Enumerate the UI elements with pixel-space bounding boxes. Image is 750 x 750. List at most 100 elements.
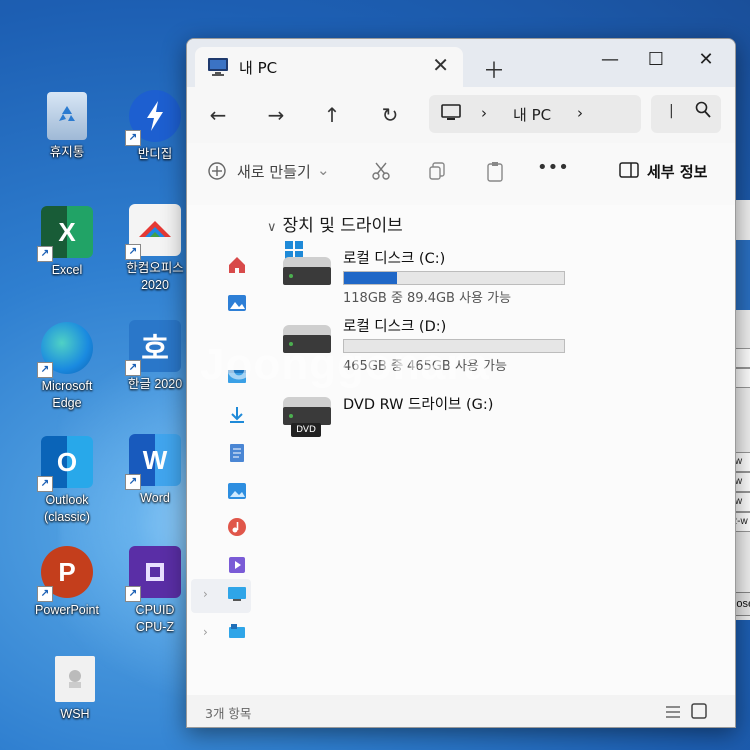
forward-button[interactable]: → bbox=[259, 101, 293, 129]
nav-item-this-pc[interactable]: › bbox=[191, 579, 251, 613]
recycle-bin-icon bbox=[47, 92, 87, 140]
status-bar: 3개 항목 bbox=[187, 695, 735, 727]
hangul-icon: 호 ↗ bbox=[125, 320, 181, 376]
shortcut-arrow-icon: ↗ bbox=[37, 586, 53, 602]
item-count: 3개 항목 bbox=[205, 706, 252, 721]
desktop-folder-icon[interactable] bbox=[227, 367, 247, 387]
tab-this-pc[interactable]: 내 PC ✕ bbox=[195, 47, 463, 87]
chevron-down-icon[interactable]: ⌄ bbox=[317, 161, 330, 179]
pictures-icon[interactable] bbox=[227, 481, 247, 501]
close-window-button[interactable]: ✕ bbox=[683, 45, 729, 75]
hard-drive-body bbox=[283, 267, 331, 285]
more-options-icon[interactable]: ••• bbox=[537, 157, 569, 178]
computer-icon bbox=[227, 585, 247, 607]
outlook-icon: O ↗ bbox=[37, 436, 93, 492]
minimize-button[interactable]: — bbox=[587, 45, 633, 75]
refresh-button[interactable]: ↻ bbox=[373, 101, 407, 129]
shortcut-arrow-icon: ↗ bbox=[125, 244, 141, 260]
address-toolbar: ← → ↑ ↻ › 내 PC › | bbox=[187, 87, 735, 143]
wsh-icon bbox=[55, 656, 95, 702]
tab-title: 내 PC bbox=[239, 59, 278, 77]
copy-icon[interactable] bbox=[427, 161, 447, 185]
desktop-icon-label: Outlook (classic) bbox=[44, 493, 90, 524]
drive-dvd[interactable]: DVD DVD RW 드라이브 (G:) bbox=[281, 383, 581, 443]
new-button[interactable]: 새로 만들기 bbox=[237, 161, 311, 182]
search-caret: | bbox=[669, 103, 674, 119]
address-bar[interactable]: › 내 PC › bbox=[429, 95, 641, 133]
downloads-icon[interactable] bbox=[227, 405, 247, 425]
hard-drive-body bbox=[283, 335, 331, 353]
home-icon[interactable] bbox=[227, 255, 247, 275]
chevron-right-icon[interactable]: › bbox=[203, 625, 208, 639]
drive-usage-bar bbox=[343, 339, 565, 353]
close-tab-icon[interactable]: ✕ bbox=[432, 53, 449, 77]
drive-usage-fill bbox=[344, 272, 397, 284]
shortcut-arrow-icon: ↗ bbox=[125, 474, 141, 490]
desktop-icon-recycle-bin[interactable]: 휴지통 bbox=[22, 92, 112, 161]
navigation-pane: › › bbox=[187, 205, 255, 695]
drive-c[interactable]: 로컬 디스크 (C:) 118GB 중 89.4GB 사용 가능 bbox=[281, 241, 581, 307]
tiles-view-icon[interactable] bbox=[691, 703, 707, 723]
new-tab-button[interactable]: ＋ bbox=[483, 53, 505, 85]
command-bar: 새로 만들기 ⌄ ••• 세부 정보 bbox=[187, 143, 735, 206]
excel-icon: X ↗ bbox=[37, 206, 93, 262]
documents-icon[interactable] bbox=[227, 443, 247, 463]
desktop-icon-outlook[interactable]: O ↗ Outlook (classic) bbox=[22, 436, 112, 526]
chevron-right-icon[interactable]: › bbox=[203, 587, 208, 601]
search-box[interactable]: | bbox=[651, 95, 721, 133]
bandizip-icon: ↗ bbox=[125, 90, 181, 146]
computer-icon bbox=[441, 104, 461, 126]
chevron-down-icon: ∨ bbox=[267, 220, 277, 235]
drive-name: 로컬 디스크 (D:) bbox=[343, 319, 447, 335]
gallery-icon[interactable] bbox=[227, 293, 247, 313]
paste-icon[interactable] bbox=[485, 161, 505, 187]
breadcrumb-chevron-icon[interactable]: › bbox=[577, 104, 583, 122]
cut-icon[interactable] bbox=[371, 161, 391, 185]
details-pane-icon bbox=[619, 161, 639, 183]
add-circle-icon bbox=[207, 161, 227, 185]
drive-name: DVD RW 드라이브 (G:) bbox=[343, 397, 494, 413]
breadcrumb-separator-icon: › bbox=[481, 104, 487, 122]
desktop-icon-powerpoint[interactable]: P ↗ PowerPoint bbox=[22, 546, 112, 619]
word-icon: W ↗ bbox=[125, 434, 181, 490]
details-view-icon[interactable] bbox=[665, 704, 681, 723]
search-icon bbox=[695, 101, 711, 123]
up-button[interactable]: ↑ bbox=[315, 101, 349, 129]
shortcut-arrow-icon: ↗ bbox=[37, 246, 53, 262]
computer-icon bbox=[207, 57, 229, 81]
dvd-badge: DVD bbox=[291, 423, 321, 437]
file-explorer-window: 내 PC ✕ ＋ — ☐ ✕ ← → ↑ ↻ › 내 PC › | 새로 만들기… bbox=[186, 38, 736, 728]
drive-size-text: 118GB 중 89.4GB 사용 가능 bbox=[343, 291, 512, 306]
desktop-icon-label: Microsoft Edge bbox=[41, 379, 93, 410]
title-bar: 내 PC ✕ ＋ — ☐ ✕ bbox=[187, 39, 735, 87]
desktop-icon-excel[interactable]: X ↗ Excel bbox=[22, 206, 112, 279]
section-title: 장치 및 드라이브 bbox=[282, 216, 403, 236]
shortcut-arrow-icon: ↗ bbox=[125, 130, 141, 146]
content-area: › › ∨ 장치 및 드라이브 로컬 디스크 (C:) 118GB 중 89.4… bbox=[187, 205, 735, 695]
hancom-office-icon: ↗ bbox=[125, 204, 181, 260]
network-icon bbox=[227, 623, 247, 645]
back-button[interactable]: ← bbox=[201, 101, 235, 129]
shortcut-arrow-icon: ↗ bbox=[125, 360, 141, 376]
section-devices-drives[interactable]: ∨ 장치 및 드라이브 bbox=[267, 211, 403, 236]
desktop-icon-edge[interactable]: ↗ Microsoft Edge bbox=[22, 322, 112, 412]
shortcut-arrow-icon: ↗ bbox=[37, 362, 53, 378]
cpuz-icon: ↗ bbox=[125, 546, 181, 602]
music-icon[interactable] bbox=[227, 517, 247, 537]
shortcut-arrow-icon: ↗ bbox=[125, 586, 141, 602]
edge-icon: ↗ bbox=[37, 322, 93, 378]
details-button[interactable]: 세부 정보 bbox=[647, 161, 707, 182]
desktop-icon-wsh[interactable]: WSH bbox=[30, 656, 120, 723]
desktop-icon-label: WSH bbox=[60, 707, 90, 721]
drive-name: 로컬 디스크 (C:) bbox=[343, 251, 446, 267]
shortcut-arrow-icon: ↗ bbox=[37, 476, 53, 492]
breadcrumb-this-pc[interactable]: 내 PC bbox=[513, 104, 551, 125]
videos-icon[interactable] bbox=[227, 555, 247, 575]
maximize-button[interactable]: ☐ bbox=[633, 45, 679, 75]
desktop-icon-label: Excel bbox=[51, 263, 83, 277]
drive-d[interactable]: 로컬 디스크 (D:) 465GB 중 465GB 사용 가능 bbox=[281, 315, 581, 375]
powerpoint-icon: P ↗ bbox=[37, 546, 93, 602]
nav-item-network[interactable]: › bbox=[191, 619, 251, 649]
desktop-icon-label: 휴지통 bbox=[49, 145, 85, 159]
drive-usage-bar bbox=[343, 271, 565, 285]
